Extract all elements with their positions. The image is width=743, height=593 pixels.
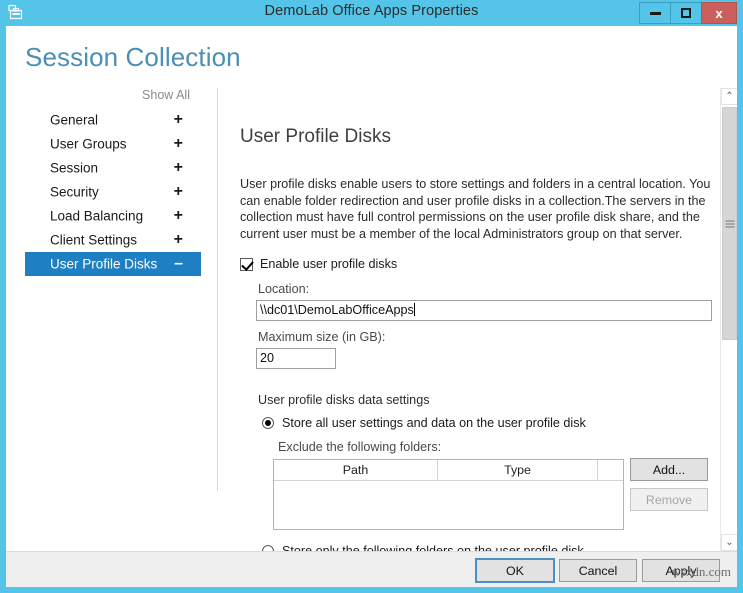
sidebar-item-label: Load Balancing xyxy=(50,208,144,224)
expand-plus-icon[interactable]: + xyxy=(174,160,183,176)
add-button[interactable]: Add... xyxy=(630,458,708,481)
remove-button: Remove xyxy=(630,488,708,511)
column-header-type[interactable]: Type xyxy=(438,460,598,480)
store-only-label: Store only the following folders on the … xyxy=(282,544,584,551)
sidebar-item-user-groups[interactable]: User Groups + xyxy=(25,132,201,156)
text-caret xyxy=(413,303,415,316)
window-title: DemoLab Office Apps Properties xyxy=(264,3,479,19)
properties-dialog-window: DemoLab Office Apps Properties x Session… xyxy=(0,0,743,593)
sidebar-item-security[interactable]: Security + xyxy=(25,180,201,204)
cancel-button[interactable]: Cancel xyxy=(559,559,637,582)
scrollbar-grip-icon xyxy=(725,218,734,229)
exclude-folders-grid[interactable]: Path Type xyxy=(273,459,624,530)
sidebar-item-label: Session xyxy=(50,160,99,176)
maximum-size-input[interactable]: 20 xyxy=(256,348,336,369)
enable-user-profile-disks-row[interactable]: Enable user profile disks xyxy=(240,257,397,271)
show-all-link[interactable]: Show All xyxy=(142,88,190,102)
location-label: Location: xyxy=(258,282,310,296)
location-input[interactable]: \\dc01\DemoLabOfficeApps xyxy=(256,300,712,321)
minimize-icon xyxy=(649,11,661,15)
sidebar-item-label: User Profile Disks xyxy=(50,256,158,272)
sidebar-nav: Show All General + User Groups + Session… xyxy=(6,88,218,551)
column-header-blank xyxy=(598,460,623,480)
store-only-radio-row[interactable]: Store only the following folders on the … xyxy=(262,544,584,551)
expand-plus-icon[interactable]: + xyxy=(174,232,183,248)
store-all-radio-row[interactable]: Store all user settings and data on the … xyxy=(262,416,586,430)
watermark: wsxdn.com xyxy=(671,564,731,579)
sidebar-item-label: Security xyxy=(50,184,99,200)
title-bar: DemoLab Office Apps Properties x xyxy=(0,0,743,26)
enable-user-profile-disks-checkbox[interactable] xyxy=(240,257,253,271)
sidebar-item-label: Client Settings xyxy=(50,232,138,248)
main-panel: User Profile Disks User profile disks en… xyxy=(218,88,737,551)
section-title: User Profile Disks xyxy=(240,126,391,147)
dialog-body: Session Collection Show All General + Us… xyxy=(6,26,737,551)
grid-header-row: Path Type xyxy=(274,460,623,481)
sidebar-item-load-balancing[interactable]: Load Balancing + xyxy=(25,204,201,228)
collapse-minus-icon[interactable]: – xyxy=(174,256,183,272)
maximize-icon xyxy=(681,8,691,18)
expand-plus-icon[interactable]: + xyxy=(174,184,183,200)
maximum-size-label: Maximum size (in GB): xyxy=(258,330,386,344)
close-button[interactable]: x xyxy=(701,2,737,24)
dialog-footer: OK Cancel Apply wsxdn.com xyxy=(6,551,737,587)
expand-plus-icon[interactable]: + xyxy=(174,136,183,152)
expand-plus-icon[interactable]: + xyxy=(174,112,183,128)
page-title: Session Collection xyxy=(25,42,241,72)
enable-user-profile-disks-label: Enable user profile disks xyxy=(260,257,398,271)
sidebar-item-client-settings[interactable]: Client Settings + xyxy=(25,228,201,252)
grid-body-empty xyxy=(274,481,623,529)
store-all-radio[interactable] xyxy=(262,417,274,429)
sidebar-item-label: User Groups xyxy=(50,136,127,152)
maximize-button[interactable] xyxy=(670,2,702,24)
scrollbar-thumb[interactable] xyxy=(722,107,737,340)
exclude-folders-label: Exclude the following folders: xyxy=(278,440,442,454)
location-input-value: \\dc01\DemoLabOfficeApps xyxy=(260,303,414,317)
scroll-down-arrow-icon[interactable]: ⌄ xyxy=(721,534,737,551)
sidebar-item-general[interactable]: General + xyxy=(25,108,201,132)
sidebar-item-label: General xyxy=(50,112,99,128)
scroll-up-arrow-icon[interactable]: ⌃ xyxy=(721,88,737,105)
column-header-path[interactable]: Path xyxy=(274,460,438,480)
expand-plus-icon[interactable]: + xyxy=(174,208,183,224)
data-settings-label: User profile disks data settings xyxy=(258,393,430,407)
sidebar-list: General + User Groups + Session + Securi… xyxy=(6,108,218,276)
sidebar-item-user-profile-disks[interactable]: User Profile Disks – xyxy=(25,252,201,276)
store-all-label: Store all user settings and data on the … xyxy=(282,416,586,430)
main-scrollbar[interactable]: ⌃ ⌄ xyxy=(720,88,737,551)
section-description: User profile disks enable users to store… xyxy=(240,177,711,241)
minimize-button[interactable] xyxy=(639,2,671,24)
ok-button[interactable]: OK xyxy=(475,558,555,583)
sidebar-item-session[interactable]: Session + xyxy=(25,156,201,180)
window-controls: x xyxy=(639,2,737,24)
